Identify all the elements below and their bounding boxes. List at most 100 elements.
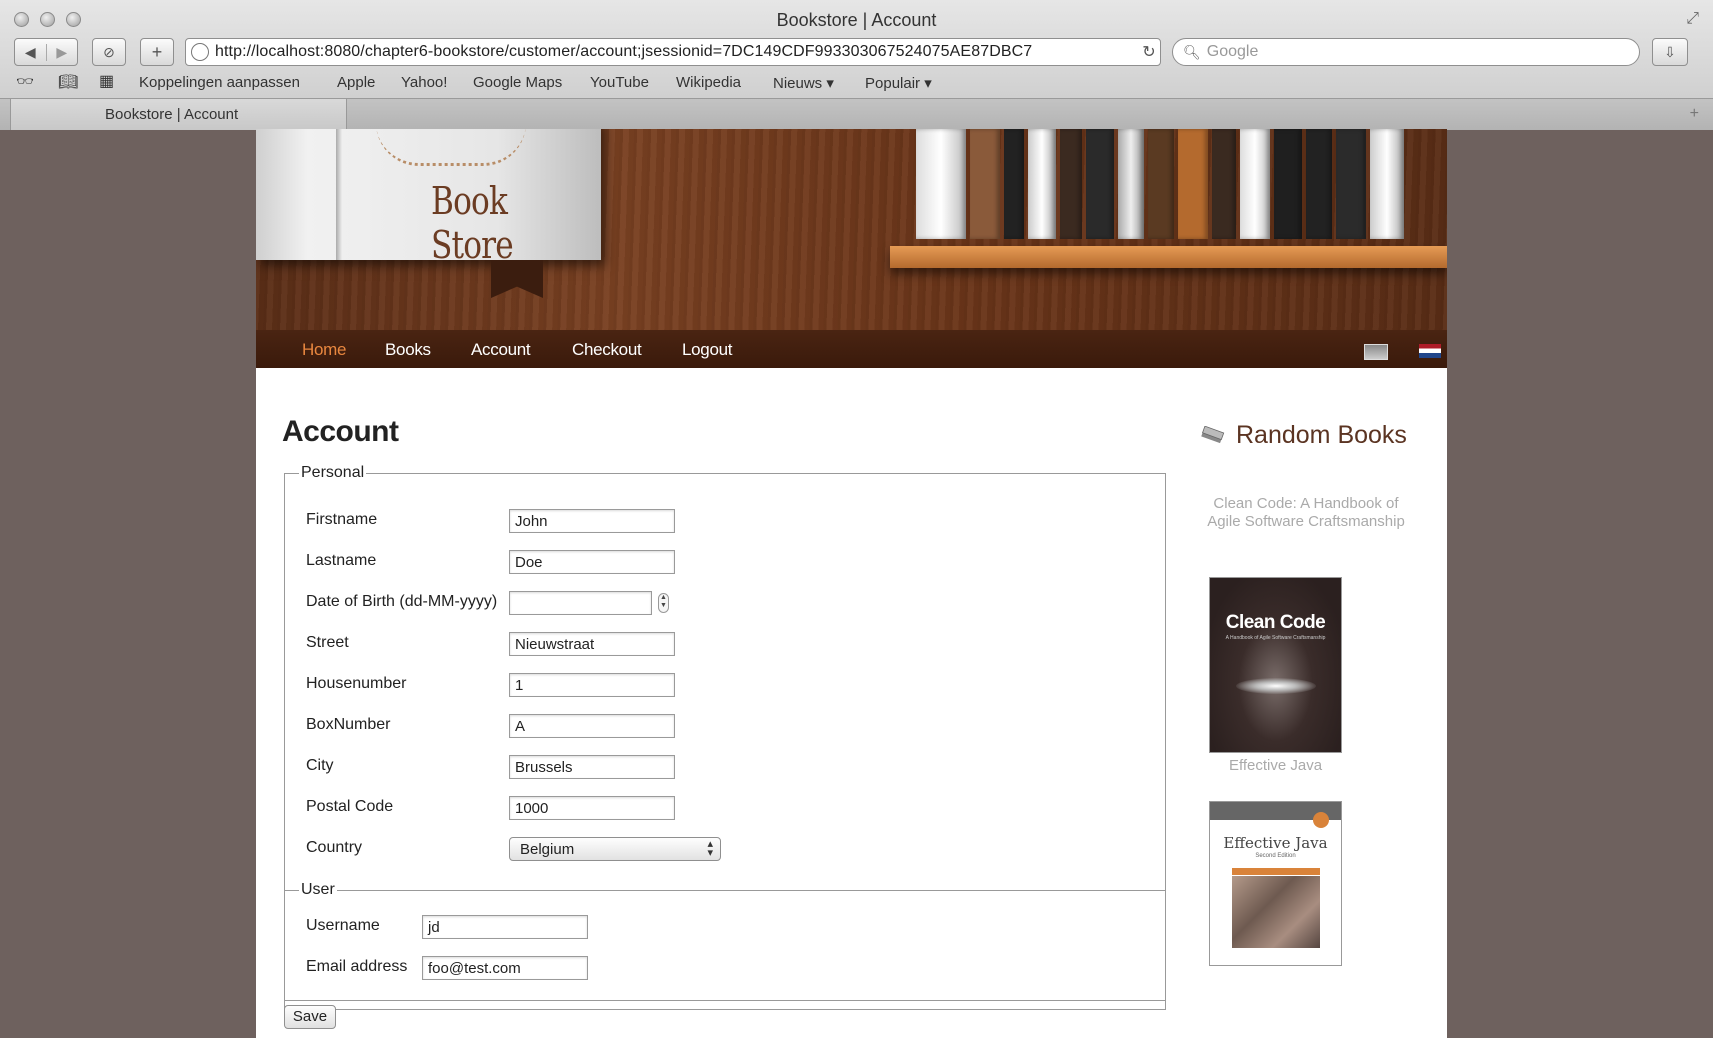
- nav-books[interactable]: Books: [385, 340, 431, 360]
- fullscreen-icon[interactable]: ⤢: [1686, 10, 1699, 28]
- shelf-book: [1212, 129, 1236, 239]
- reload-icon[interactable]: ↻: [1138, 42, 1160, 62]
- downloads-button[interactable]: ⇩: [1652, 38, 1688, 66]
- shelf-book: [1004, 129, 1024, 239]
- book-spine: [336, 129, 342, 260]
- firstname-input[interactable]: John: [509, 509, 675, 533]
- clean-code-cover[interactable]: Clean Code A Handbook of Agile Software …: [1209, 577, 1342, 753]
- postal-code-input[interactable]: 1000: [509, 796, 675, 820]
- effective-java-cover-subtitle: Second Edition: [1255, 853, 1296, 859]
- shelf-book: [1118, 129, 1144, 239]
- random-books-title: Random Books: [1236, 421, 1407, 449]
- boxnumber-input[interactable]: A: [509, 714, 675, 738]
- header-bookshelf-books: [916, 129, 1447, 239]
- search-placeholder: Google: [1206, 43, 1259, 60]
- page-title: Account: [282, 415, 399, 448]
- user-fieldset: User: [284, 881, 1166, 1001]
- email-input[interactable]: foo@test.com: [422, 956, 588, 980]
- shelf-book: [1086, 129, 1114, 239]
- user-legend: User: [301, 881, 335, 898]
- shelf-book: [1148, 129, 1174, 239]
- forward-icon[interactable]: ▶: [47, 44, 78, 61]
- browser-chrome: Bookstore | Account ⤢ ◀ ▶ ⊘ + http://loc…: [0, 0, 1713, 130]
- clean-code-cover-title: Clean Code: [1225, 612, 1326, 633]
- date-of-birth-input[interactable]: [509, 591, 652, 615]
- tab-bookstore-account[interactable]: Bookstore | Account: [10, 99, 347, 130]
- cover-orange-band: [1232, 868, 1320, 875]
- clean-code-cover-subtitle: A Handbook of Agile Software Craftsmansh…: [1225, 635, 1326, 641]
- reader-icon: ⊘: [103, 43, 115, 60]
- add-bookmark-button[interactable]: +: [140, 38, 174, 66]
- bookmark-wikipedia[interactable]: Wikipedia: [676, 74, 741, 91]
- tab-bar: Bookstore | Account +: [0, 98, 1713, 130]
- email-label: Email address: [306, 958, 408, 975]
- back-icon[interactable]: ◀: [15, 43, 47, 61]
- shelf-book: [1370, 129, 1404, 239]
- date-of-birth-label: Date of Birth (dd-MM-yyyy): [306, 593, 498, 610]
- country-label: Country: [306, 839, 363, 856]
- reader-button[interactable]: ⊘: [92, 38, 126, 66]
- city-label: City: [306, 757, 334, 774]
- street-input[interactable]: Nieuwstraat: [509, 632, 675, 656]
- search-field[interactable]: 🔍︎ Google: [1172, 38, 1640, 66]
- browser-toolbar: ◀ ▶ ⊘ + http://localhost:8080/chapter6-b…: [0, 38, 1713, 68]
- lastname-input[interactable]: Doe: [509, 550, 675, 574]
- save-button[interactable]: Save: [284, 1005, 336, 1029]
- shelf-book: [1336, 129, 1366, 239]
- galaxy-image: [1236, 678, 1316, 694]
- postal-code-label: Postal Code: [306, 798, 394, 815]
- date-stepper-icon[interactable]: ▲ ▼: [658, 593, 669, 613]
- bookmark-populair[interactable]: Populair ▾: [865, 74, 932, 92]
- shelf-book: [1240, 129, 1270, 239]
- bookmark-google-maps[interactable]: Google Maps: [473, 74, 562, 91]
- new-tab-icon[interactable]: +: [1690, 105, 1699, 123]
- site-logo[interactable]: Book Store: [431, 179, 570, 267]
- shelf-book: [1306, 129, 1332, 239]
- url-text: http://localhost:8080/chapter6-bookstore…: [215, 43, 1033, 60]
- shelf-book: [916, 129, 966, 239]
- header-shelf: [890, 246, 1447, 268]
- bookmark-yahoo[interactable]: Yahoo!: [401, 74, 447, 91]
- flag-dutch-icon[interactable]: [1419, 344, 1441, 358]
- shelf-book: [1178, 129, 1208, 239]
- nav-logout[interactable]: Logout: [682, 340, 733, 360]
- top-sites-grid-icon[interactable]: ▦: [99, 71, 114, 91]
- bookmark-koppelingen[interactable]: Koppelingen aanpassen: [139, 74, 300, 91]
- plus-icon: +: [151, 41, 163, 62]
- bookmark-ribbon: [491, 260, 543, 298]
- cover-photo: [1232, 876, 1320, 948]
- download-icon: ⇩: [1664, 43, 1676, 60]
- bookmarks-book-icon[interactable]: 📖︎: [58, 72, 78, 92]
- address-bar[interactable]: http://localhost:8080/chapter6-bookstore…: [185, 38, 1161, 66]
- globe-icon: [191, 43, 209, 61]
- street-label: Street: [306, 634, 349, 651]
- effective-java-cover[interactable]: Effective Java Second Edition: [1209, 801, 1342, 966]
- nav-home[interactable]: Home: [302, 340, 346, 360]
- nav-account[interactable]: Account: [471, 340, 531, 360]
- nav-checkout[interactable]: Checkout: [572, 340, 642, 360]
- city-input[interactable]: Brussels: [509, 755, 675, 779]
- random-book-title-1[interactable]: Clean Code: A Handbook of Agile Software…: [1206, 495, 1406, 531]
- flag-english-icon[interactable]: [1364, 344, 1388, 360]
- shelf-book: [1274, 129, 1302, 239]
- reading-list-icon[interactable]: 👓︎: [16, 73, 34, 90]
- bookmark-apple[interactable]: Apple: [337, 74, 375, 91]
- books-icon: [1201, 426, 1225, 444]
- book-ornament: [376, 129, 526, 166]
- country-select[interactable]: Belgium ▴ ▾: [509, 837, 721, 861]
- header-book-image: Book Store: [256, 129, 601, 267]
- search-icon: 🔍︎: [1183, 43, 1201, 60]
- bookmark-nieuws[interactable]: Nieuws ▾: [773, 74, 834, 92]
- bookmarks-bar: 👓︎ 📖︎ ▦ Koppelingen aanpassen Apple Yaho…: [0, 70, 1713, 96]
- username-input[interactable]: jd: [422, 915, 588, 939]
- tab-title: Bookstore | Account: [105, 106, 239, 123]
- country-select-value: Belgium: [520, 841, 575, 858]
- site-header: Book Store: [256, 129, 1447, 330]
- random-book-title-2[interactable]: Effective Java: [1209, 757, 1342, 775]
- back-forward-buttons: ◀ ▶: [14, 38, 78, 66]
- housenumber-label: Housenumber: [306, 675, 407, 692]
- housenumber-input[interactable]: 1: [509, 673, 675, 697]
- shelf-book: [1028, 129, 1056, 239]
- bookmark-youtube[interactable]: YouTube: [590, 74, 649, 91]
- username-label: Username: [306, 917, 380, 934]
